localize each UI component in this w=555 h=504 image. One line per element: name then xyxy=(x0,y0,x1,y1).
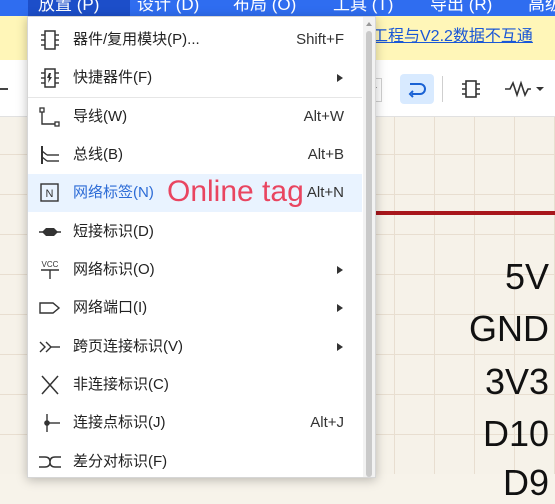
menu-tools[interactable]: 工具 (T) xyxy=(333,0,393,16)
diff-pair-icon xyxy=(39,456,61,468)
menu-item-label: 总线(B) xyxy=(73,146,123,163)
undo-arrow-icon xyxy=(408,83,426,98)
scroll-up-arrow-icon[interactable] xyxy=(366,22,372,26)
resistor-dropdown-button[interactable] xyxy=(500,74,548,104)
zoom-icon-partial[interactable] xyxy=(0,79,8,99)
menu-item-component[interactable]: 器件/复用模块(P)... Shift+F xyxy=(28,21,362,59)
menu-item-net-flag[interactable]: VCC 网络标识(O) xyxy=(28,251,362,289)
undo-wire-button[interactable] xyxy=(400,74,434,104)
menu-item-shortcut: Alt+B xyxy=(307,146,344,163)
menu-place[interactable]: 放置 (P) xyxy=(28,0,130,16)
notice-link[interactable]: 工程与V2.2数据不互通 xyxy=(372,25,533,49)
menu-item-short-flag[interactable]: 短接标识(D) xyxy=(28,213,362,251)
net-port-icon xyxy=(39,302,61,314)
svg-text:N: N xyxy=(46,188,54,200)
menu-item-label: 短接标识(D) xyxy=(73,223,154,240)
net-label-3v3[interactable]: 3V3 xyxy=(485,361,549,403)
overlay-annotation: Online tag xyxy=(167,175,304,208)
place-menu-dropdown: 器件/复用模块(P)... Shift+F 快捷器件(F) 导线(W) Alt+… xyxy=(27,16,376,478)
vcc-net-flag-icon: VCC xyxy=(41,260,59,279)
net-label-d9[interactable]: D9 xyxy=(503,462,549,504)
menu-item-label: 连接点标识(J) xyxy=(73,414,166,431)
menu-item-shortcut: Alt+W xyxy=(303,108,344,125)
chip-icon xyxy=(462,80,480,98)
menu-export[interactable]: 导出 (R) xyxy=(430,0,492,16)
menu-item-quick-component[interactable]: 快捷器件(F) xyxy=(28,59,362,97)
menu-advanced[interactable]: 高级 xyxy=(528,0,555,16)
menu-item-shortcut: Alt+N xyxy=(306,184,344,201)
menu-item-off-page-connector[interactable]: 跨页连接标识(V) xyxy=(28,328,362,366)
submenu-arrow-icon xyxy=(337,304,343,312)
net-label-gnd[interactable]: GND xyxy=(469,308,549,350)
component-button[interactable] xyxy=(454,74,488,104)
menu-scrollbar[interactable] xyxy=(363,17,375,477)
menu-item-shortcut: Shift+F xyxy=(296,31,344,48)
menu-item-no-connect[interactable]: 非连接标识(C) xyxy=(28,366,362,404)
menu-item-junction[interactable]: 连接点标识(J) Alt+J xyxy=(28,404,362,442)
submenu-arrow-icon xyxy=(337,74,343,82)
no-connect-icon xyxy=(41,375,59,395)
short-flag-icon xyxy=(39,228,61,236)
toolbar-separator xyxy=(442,76,443,102)
menu-item-label: 网络端口(I) xyxy=(73,299,148,316)
menu-item-label: 器件/复用模块(P)... xyxy=(73,31,200,48)
menu-item-label: 网络标识(O) xyxy=(73,261,155,278)
menu-item-wire[interactable]: 导线(W) Alt+W xyxy=(28,98,362,136)
menu-item-diff-pair[interactable]: 差分对标识(F) xyxy=(28,443,362,481)
scrollbar-thumb[interactable] xyxy=(366,31,372,477)
menu-item-net-port[interactable]: 网络端口(I) xyxy=(28,289,362,327)
bus-icon xyxy=(41,146,59,164)
net-label-d10[interactable]: D10 xyxy=(483,413,549,455)
menu-item-label: 非连接标识(C) xyxy=(73,376,169,393)
net-label-icon: N xyxy=(40,183,59,202)
menu-item-shortcut: Alt+J xyxy=(310,414,344,431)
schematic-wire[interactable] xyxy=(370,211,555,215)
junction-icon xyxy=(44,414,60,432)
menu-item-label: 网络标签(N) xyxy=(73,184,154,201)
menu-design[interactable]: 设计 (D) xyxy=(137,0,199,16)
submenu-arrow-icon xyxy=(337,343,343,351)
menu-item-label: 差分对标识(F) xyxy=(73,453,168,470)
menu-item-bus[interactable]: 总线(B) Alt+B xyxy=(28,136,362,174)
svg-text:VCC: VCC xyxy=(42,260,59,269)
off-page-connector-icon xyxy=(39,341,60,353)
menubar: 放置 (P) 设计 (D) 布局 (O) 工具 (T) 导出 (R) 高级 xyxy=(0,0,555,16)
wire-icon xyxy=(39,107,60,127)
menu-item-label: 导线(W) xyxy=(73,108,128,125)
menu-item-label: 跨页连接标识(V) xyxy=(73,338,183,355)
net-label-5v[interactable]: 5V xyxy=(505,256,549,298)
submenu-arrow-icon xyxy=(337,266,343,274)
menu-item-label: 快捷器件(F) xyxy=(73,69,153,86)
quick-component-icon xyxy=(41,68,59,88)
resistor-icon xyxy=(505,80,544,98)
menu-layout[interactable]: 布局 (O) xyxy=(233,0,296,16)
component-chip-icon xyxy=(41,30,59,50)
